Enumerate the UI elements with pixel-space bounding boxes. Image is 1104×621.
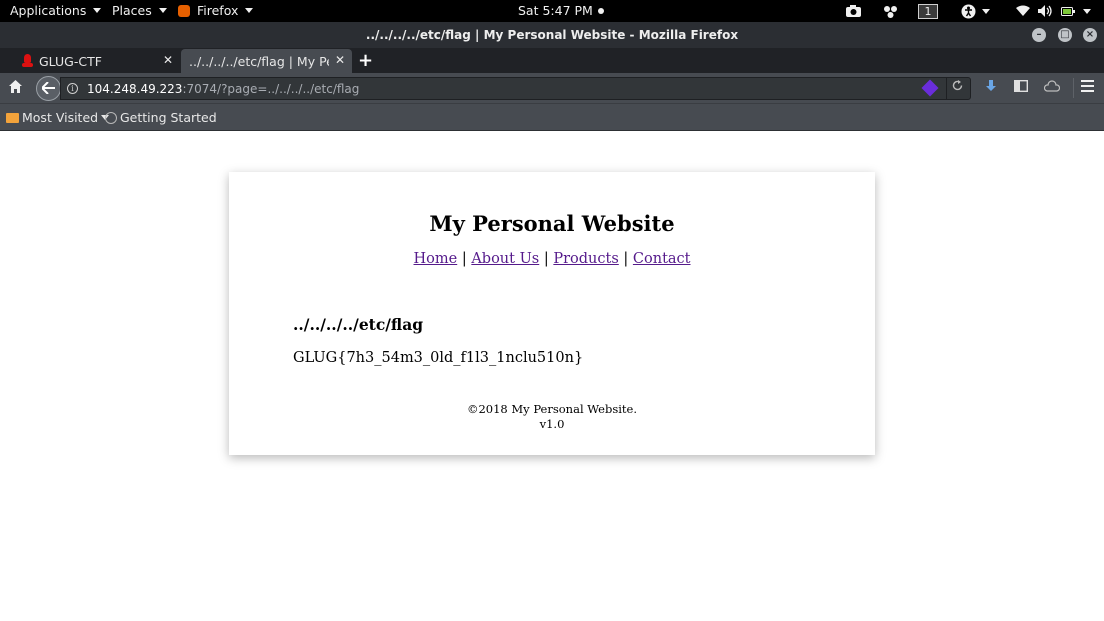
open-menu-button[interactable] <box>1081 80 1094 96</box>
extensions-icon[interactable] <box>883 3 898 19</box>
clock-label: Sat 5:47 PM <box>518 3 593 18</box>
applications-menu-label: Applications <box>10 3 87 18</box>
clock[interactable]: Sat 5:47 PM <box>518 3 604 18</box>
site-info-icon[interactable]: i <box>67 83 78 94</box>
workspace-number: 1 <box>918 3 938 19</box>
places-menu-label: Places <box>112 3 152 18</box>
reload-icon <box>952 80 963 91</box>
footer-version: v1.0 <box>539 417 565 431</box>
most-visited-bookmark-folder[interactable]: Most Visited <box>6 110 110 125</box>
minimize-button[interactable]: – <box>1032 28 1046 42</box>
firefox-app-menu[interactable]: Firefox <box>178 3 254 18</box>
tab-strip: GLUG-CTF ✕ ../../../../etc/flag | My Per… <box>0 48 1104 73</box>
screenshot-icon[interactable] <box>846 3 861 19</box>
cloud-icon <box>1043 80 1061 92</box>
window-title: ../../../../etc/flag | My Personal Websi… <box>365 28 739 42</box>
reload-button[interactable] <box>952 80 963 95</box>
footer-copyright: ©2018 My Personal Website. <box>466 402 637 416</box>
applications-menu[interactable]: Applications <box>10 3 102 18</box>
nav-link-home[interactable]: Home <box>414 251 458 267</box>
firefox-app-menu-label: Firefox <box>197 3 239 18</box>
chevron-down-icon <box>982 8 990 14</box>
tab-etc-flag[interactable]: ../../../../etc/flag | My Per... ✕ <box>181 49 352 73</box>
recording-indicator-icon <box>597 7 604 14</box>
accessibility-icon <box>961 4 976 18</box>
tab-label: ../../../../etc/flag | My Per... <box>189 53 329 69</box>
volume-icon <box>1038 5 1052 17</box>
url-path: :7074/?page=../../../../etc/flag <box>182 82 360 96</box>
content-card: My Personal Website Home | About Us | Pr… <box>229 172 875 455</box>
url-text[interactable]: 104.248.49.223:7074/?page=../../../../et… <box>87 82 359 96</box>
sidebar-button[interactable] <box>1013 79 1029 96</box>
flag-text: GLUG{7h3_54m3_0ld_f1l3_1nclu510n} <box>293 350 584 366</box>
workspace-indicator[interactable]: 1 <box>918 3 938 19</box>
page-heading: ../../../../etc/flag <box>293 315 424 334</box>
url-bar-separator <box>946 78 947 99</box>
url-bar[interactable]: i 104.248.49.223:7074/?page=../../../../… <box>60 77 971 100</box>
hamburger-menu-icon <box>1081 80 1094 92</box>
getting-started-label: Getting Started <box>120 110 217 125</box>
nav-separator: | <box>623 251 629 267</box>
site-navigation: Home | About Us | Products | Contact <box>229 251 875 267</box>
chevron-down-icon <box>245 8 254 13</box>
pocket-icon[interactable] <box>921 79 939 97</box>
site-title: My Personal Website <box>429 211 675 236</box>
extension-button[interactable] <box>1043 80 1061 96</box>
tab-label: GLUG-CTF <box>39 53 102 69</box>
places-menu[interactable]: Places <box>112 3 167 18</box>
chevron-down-icon <box>93 8 102 13</box>
battery-icon <box>1061 6 1075 16</box>
back-arrow-icon <box>40 81 55 95</box>
download-arrow-icon <box>986 80 996 91</box>
close-window-button[interactable]: × <box>1083 28 1097 42</box>
chevron-down-icon <box>158 8 167 13</box>
back-button[interactable] <box>36 76 61 101</box>
close-tab-icon[interactable]: ✕ <box>163 53 173 67</box>
downloads-button[interactable] <box>985 80 997 97</box>
navigation-toolbar: i 104.248.49.223:7074/?page=../../../../… <box>0 73 1104 104</box>
close-tab-icon[interactable]: ✕ <box>335 53 345 67</box>
page-viewport: My Personal Website Home | About Us | Pr… <box>0 131 1104 621</box>
most-visited-label: Most Visited <box>22 110 99 125</box>
bookmarks-toolbar: Most Visited Getting Started <box>0 104 1104 131</box>
tab-glug-ctf[interactable]: GLUG-CTF ✕ <box>8 49 180 73</box>
system-top-bar: Applications Places Firefox Sat 5:47 PM … <box>0 0 1104 22</box>
maximize-button[interactable]: □ <box>1058 28 1072 42</box>
nav-link-about-us[interactable]: About Us <box>471 251 539 267</box>
system-status-menu[interactable] <box>1016 3 1091 19</box>
nav-separator: | <box>461 251 467 267</box>
chevron-down-icon <box>1083 8 1091 14</box>
page-footer: ©2018 My Personal Website. v1.0 <box>229 402 875 432</box>
accessibility-menu[interactable] <box>961 3 990 19</box>
folder-icon <box>6 112 19 123</box>
glug-favicon-icon <box>22 54 33 68</box>
getting-started-bookmark[interactable]: Getting Started <box>105 110 217 125</box>
nav-link-contact[interactable]: Contact <box>633 251 691 267</box>
new-tab-button[interactable]: + <box>358 50 373 71</box>
sidebar-icon <box>1013 79 1029 93</box>
wifi-icon <box>1016 5 1030 16</box>
toolbar-separator <box>1073 78 1074 98</box>
firefox-icon <box>178 4 190 17</box>
home-icon <box>9 80 22 93</box>
window-title-bar: ../../../../etc/flag | My Personal Websi… <box>0 22 1104 48</box>
globe-icon <box>105 111 117 124</box>
nav-separator: | <box>543 251 549 267</box>
nav-link-products[interactable]: Products <box>553 251 618 267</box>
url-host: 104.248.49.223 <box>87 82 183 96</box>
home-button[interactable] <box>9 80 22 97</box>
